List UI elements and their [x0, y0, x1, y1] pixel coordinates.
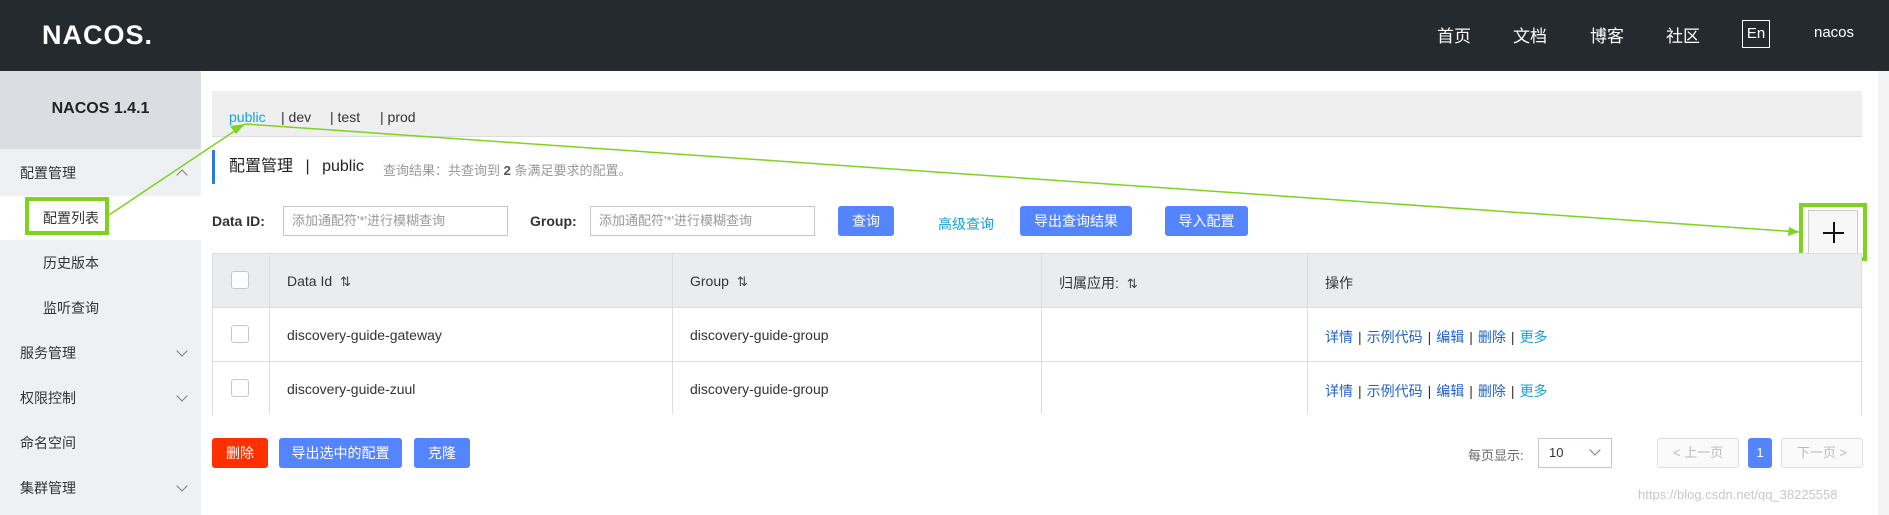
arrow-head-icon	[1788, 227, 1799, 236]
annotation-arrows	[108, 123, 1800, 236]
annotation-arrow-line	[244, 123, 1800, 233]
annotation-arrow-line	[108, 123, 246, 216]
